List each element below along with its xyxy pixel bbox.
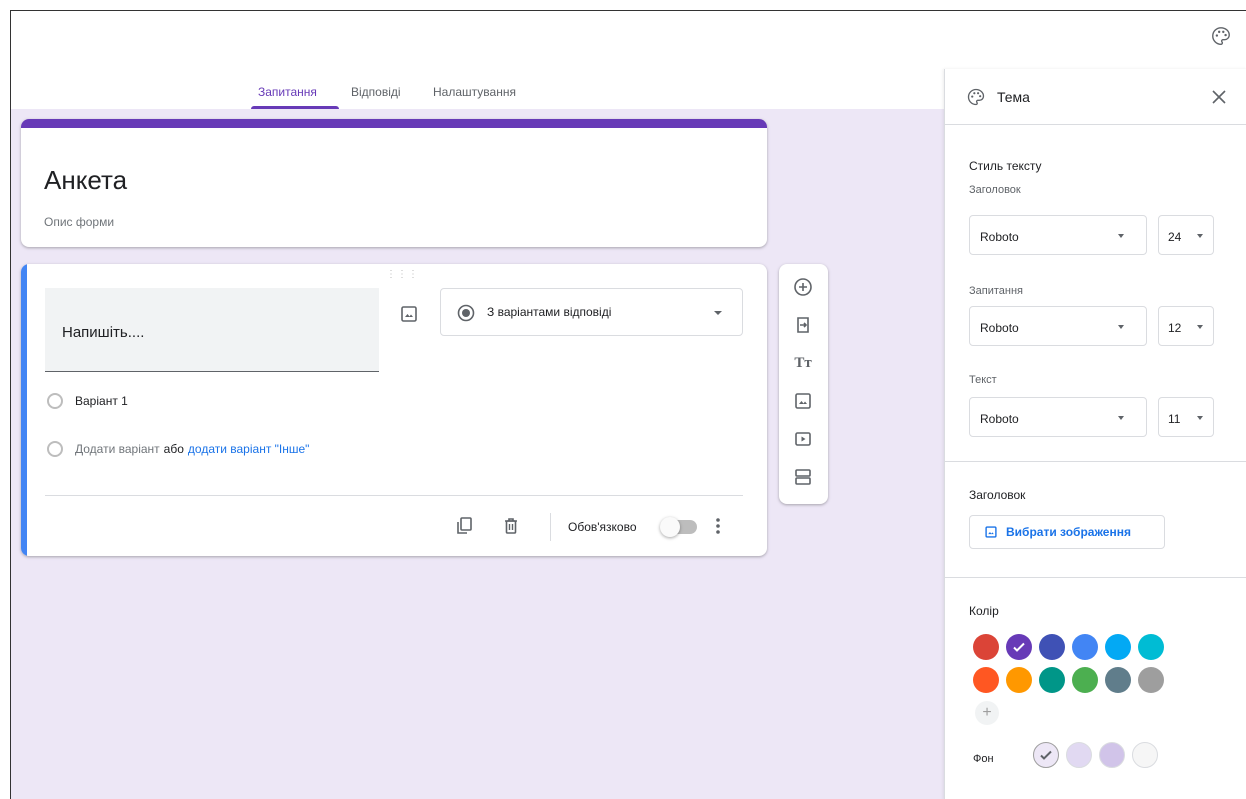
- color-swatch[interactable]: [1039, 634, 1065, 660]
- chevron-down-icon: [1118, 234, 1124, 238]
- image-icon: [985, 526, 997, 538]
- header-font-select[interactable]: Roboto: [969, 215, 1147, 255]
- choose-image-button[interactable]: Вибрати зображення: [969, 515, 1165, 549]
- add-other-link[interactable]: додати варіант "Інше": [188, 442, 310, 456]
- chevron-down-icon: [1118, 416, 1124, 420]
- question-font-value: Roboto: [980, 321, 1019, 335]
- header-size-value: 24: [1168, 230, 1182, 244]
- question-card[interactable]: ⋮⋮⋮ Напишіть.... З варіантами відповіді …: [21, 264, 767, 556]
- footer-separator: [550, 513, 551, 541]
- color-title: Колір: [969, 604, 999, 618]
- or-text: або: [163, 442, 184, 456]
- choose-image-label: Вибрати зображення: [1006, 525, 1131, 539]
- color-swatch[interactable]: [1006, 634, 1032, 660]
- text-style-title: Стиль тексту: [969, 159, 1042, 173]
- form-title[interactable]: Анкета: [44, 165, 127, 196]
- add-title-icon[interactable]: Tт: [792, 352, 814, 374]
- header-image-title: Заголовок: [969, 488, 1026, 502]
- form-header-card[interactable]: Анкета Опис форми: [21, 119, 767, 247]
- background-swatch[interactable]: [1033, 742, 1059, 768]
- chevron-down-icon: [1197, 416, 1203, 420]
- required-toggle[interactable]: [660, 517, 697, 537]
- text-font-select[interactable]: Roboto: [969, 397, 1147, 437]
- accent-bar: [21, 119, 767, 128]
- question-size-select[interactable]: 12: [1158, 306, 1214, 346]
- toggle-knob: [660, 517, 680, 537]
- close-icon[interactable]: [1211, 89, 1227, 105]
- header-font-value: Roboto: [980, 230, 1019, 244]
- form-description[interactable]: Опис форми: [44, 215, 114, 229]
- form-canvas: Анкета Опис форми ⋮⋮⋮ Напишіть.... З вар…: [11, 109, 944, 799]
- question-font-label: Запитання: [969, 285, 1024, 297]
- app-frame: Запитання Відповіді Налаштування Анкета …: [10, 10, 1246, 799]
- add-section-icon[interactable]: [792, 466, 814, 488]
- background-swatch[interactable]: [1099, 742, 1125, 768]
- header-size-select[interactable]: 24: [1158, 215, 1214, 255]
- question-placeholder: Напишіть....: [62, 324, 145, 341]
- chevron-down-icon: [1197, 325, 1203, 329]
- option-row: Варіант 1: [47, 393, 128, 409]
- add-option-link[interactable]: Додати варіант: [75, 442, 160, 456]
- chevron-down-icon: [1197, 234, 1203, 238]
- header-font-label: Заголовок: [969, 184, 1021, 196]
- add-item-toolbar: Tт: [779, 264, 828, 504]
- chevron-down-icon: [714, 311, 722, 315]
- question-font-select[interactable]: Roboto: [969, 306, 1147, 346]
- palette-icon: [966, 87, 986, 107]
- color-swatch[interactable]: [1138, 634, 1164, 660]
- background-label: Фон: [973, 753, 994, 765]
- form-tabs: Запитання Відповіді Налаштування: [11, 73, 944, 109]
- add-image-icon[interactable]: [792, 390, 814, 412]
- tab-settings[interactable]: Налаштування: [433, 85, 516, 99]
- radio-icon: [47, 393, 63, 409]
- radio-checked-icon: [457, 304, 475, 322]
- top-bar: [11, 11, 1246, 73]
- duplicate-icon[interactable]: [455, 516, 473, 536]
- color-swatch[interactable]: [1105, 634, 1131, 660]
- color-swatch[interactable]: [1039, 667, 1065, 693]
- color-swatch[interactable]: [973, 667, 999, 693]
- check-icon: [1013, 642, 1025, 652]
- color-swatch[interactable]: [1072, 667, 1098, 693]
- drag-handle-icon[interactable]: ⋮⋮⋮: [386, 269, 419, 280]
- palette-icon[interactable]: [1210, 25, 1232, 47]
- color-swatch[interactable]: [1006, 667, 1032, 693]
- question-type-select[interactable]: З варіантами відповіді: [440, 288, 743, 336]
- text-size-select[interactable]: 11: [1158, 397, 1214, 437]
- more-vert-icon[interactable]: [715, 516, 721, 536]
- background-swatch[interactable]: [1132, 742, 1158, 768]
- color-swatch[interactable]: [1138, 667, 1164, 693]
- text-font-value: Roboto: [980, 412, 1019, 426]
- add-video-icon[interactable]: [792, 428, 814, 450]
- check-icon: [1040, 750, 1052, 760]
- question-divider: [45, 495, 743, 496]
- background-swatch[interactable]: [1066, 742, 1092, 768]
- active-question-indicator: [21, 264, 27, 556]
- panel-divider: [945, 577, 1246, 578]
- delete-icon[interactable]: [502, 516, 520, 536]
- required-label: Обов'язково: [568, 520, 637, 534]
- chevron-down-icon: [1118, 325, 1124, 329]
- theme-panel: Тема Стиль тексту Заголовок Roboto 24 За…: [944, 69, 1246, 799]
- add-question-icon[interactable]: [792, 276, 814, 298]
- add-option-row: Додати варіант або додати варіант "Інше": [47, 441, 309, 457]
- question-title-input[interactable]: Напишіть....: [45, 288, 379, 372]
- radio-icon: [47, 441, 63, 457]
- add-color-button[interactable]: +: [975, 701, 999, 725]
- text-font-label: Текст: [969, 374, 997, 386]
- question-type-label: З варіантами відповіді: [487, 305, 612, 319]
- import-questions-icon[interactable]: [792, 314, 814, 336]
- theme-panel-header: Тема: [945, 69, 1246, 125]
- tab-questions[interactable]: Запитання: [258, 85, 317, 99]
- tab-responses[interactable]: Відповіді: [351, 85, 401, 99]
- color-swatch[interactable]: [973, 634, 999, 660]
- theme-panel-title: Тема: [997, 89, 1030, 105]
- color-swatch[interactable]: [1105, 667, 1131, 693]
- question-size-value: 12: [1168, 321, 1182, 335]
- add-image-icon[interactable]: [399, 304, 419, 324]
- option-label[interactable]: Варіант 1: [75, 394, 128, 408]
- text-size-value: 11: [1168, 412, 1181, 426]
- panel-divider: [945, 461, 1246, 462]
- color-swatch[interactable]: [1072, 634, 1098, 660]
